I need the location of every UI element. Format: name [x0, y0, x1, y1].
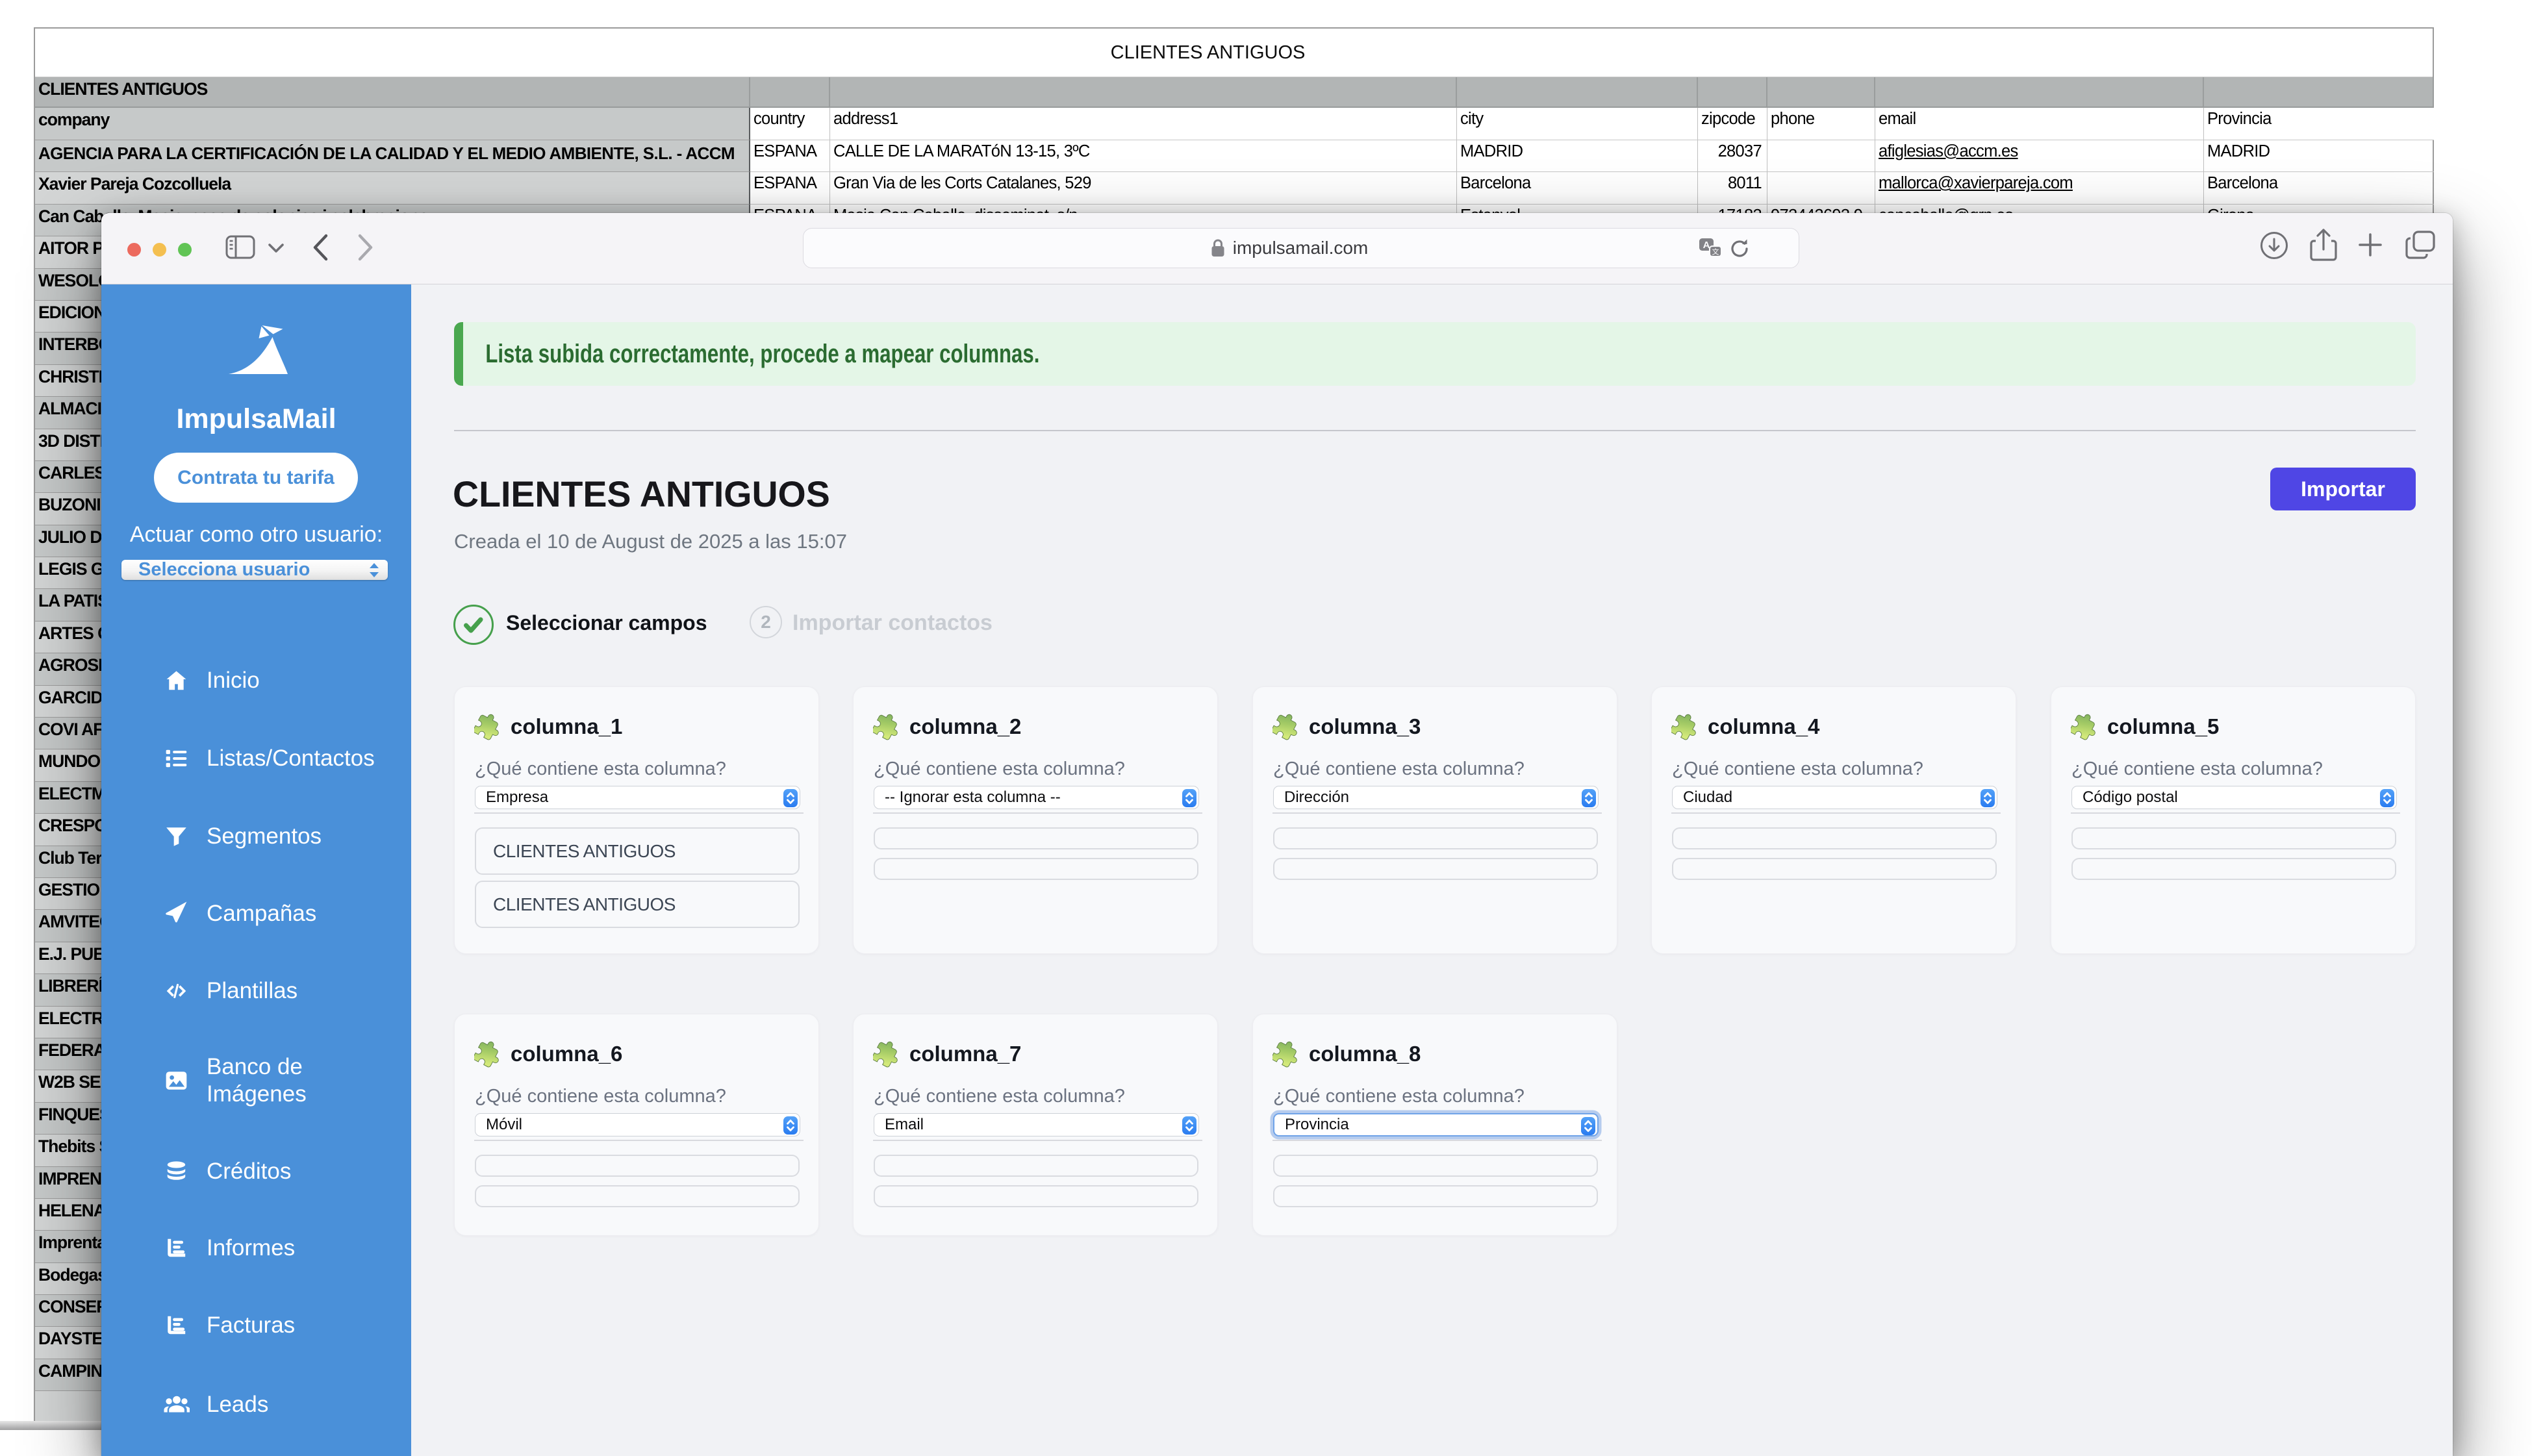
svg-text:A: A — [1703, 240, 1710, 251]
svg-text:文: 文 — [1712, 247, 1719, 257]
